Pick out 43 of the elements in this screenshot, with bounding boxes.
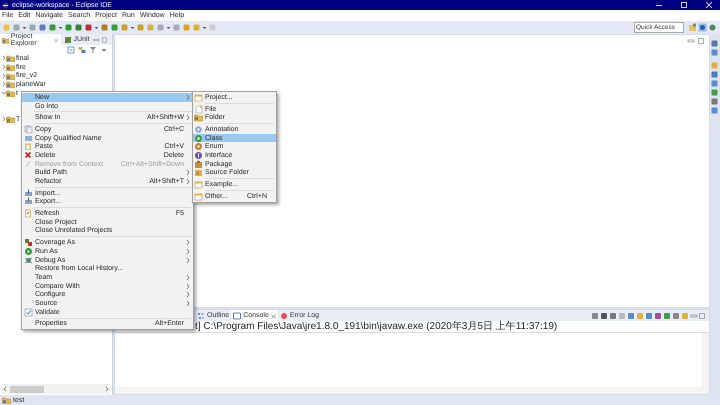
- expand-toggle-icon[interactable]: [1, 63, 6, 72]
- project-folder-icon: [2, 396, 11, 404]
- expand-toggle-icon[interactable]: [1, 115, 6, 124]
- menu-item-icon: [24, 256, 32, 265]
- project-folder-icon: [6, 115, 15, 124]
- project-folder-icon: [6, 80, 15, 88]
- project-folder-icon: [6, 89, 15, 98]
- project-folder-icon: [6, 54, 15, 62]
- console-icon: [233, 312, 242, 320]
- menu-item-icon: [24, 246, 32, 256]
- menu-item-icon: [194, 92, 203, 102]
- expand-toggle-icon[interactable]: [1, 54, 6, 62]
- open-perspective-icon[interactable]: [688, 23, 697, 32]
- test-run-icon: [64, 36, 72, 44]
- error-icon: [280, 312, 288, 320]
- project-folder-icon: [6, 63, 15, 72]
- expand-toggle-icon[interactable]: [1, 72, 6, 80]
- outline-icon: [197, 312, 205, 320]
- horizontal-scrollbar[interactable]: [2, 384, 110, 394]
- scroll-right-icon[interactable]: [104, 385, 110, 393]
- menu-item-icon: [24, 209, 32, 218]
- menu-item-icon: [24, 308, 32, 317]
- scroll-left-icon[interactable]: [2, 385, 8, 393]
- debug-perspective-icon[interactable]: [708, 23, 717, 32]
- collapse-all-icon[interactable]: [67, 46, 75, 54]
- menu-item-icon: [24, 188, 32, 198]
- vertical-scrollbar[interactable]: [702, 333, 709, 387]
- java-perspective-icon[interactable]: [698, 23, 707, 32]
- menu-item-icon: [194, 180, 203, 190]
- folder-icon: [2, 36, 9, 44]
- menu-item-icon: [194, 160, 203, 169]
- menu-item-icon: [194, 150, 203, 160]
- menu-item-icon: [194, 192, 203, 201]
- horizontal-scrollbar[interactable]: [115, 387, 709, 394]
- expand-toggle-icon[interactable]: [1, 80, 6, 88]
- link-icon[interactable]: [78, 46, 86, 54]
- menu-item-icon: [24, 197, 32, 206]
- menu-item-icon: [194, 113, 203, 122]
- menu-item-icon: [24, 238, 32, 248]
- scrollbar-thumb[interactable]: [10, 386, 44, 392]
- menu-item-icon: [24, 150, 32, 160]
- project-folder-icon: [6, 72, 15, 80]
- menu-item-icon: [194, 168, 203, 178]
